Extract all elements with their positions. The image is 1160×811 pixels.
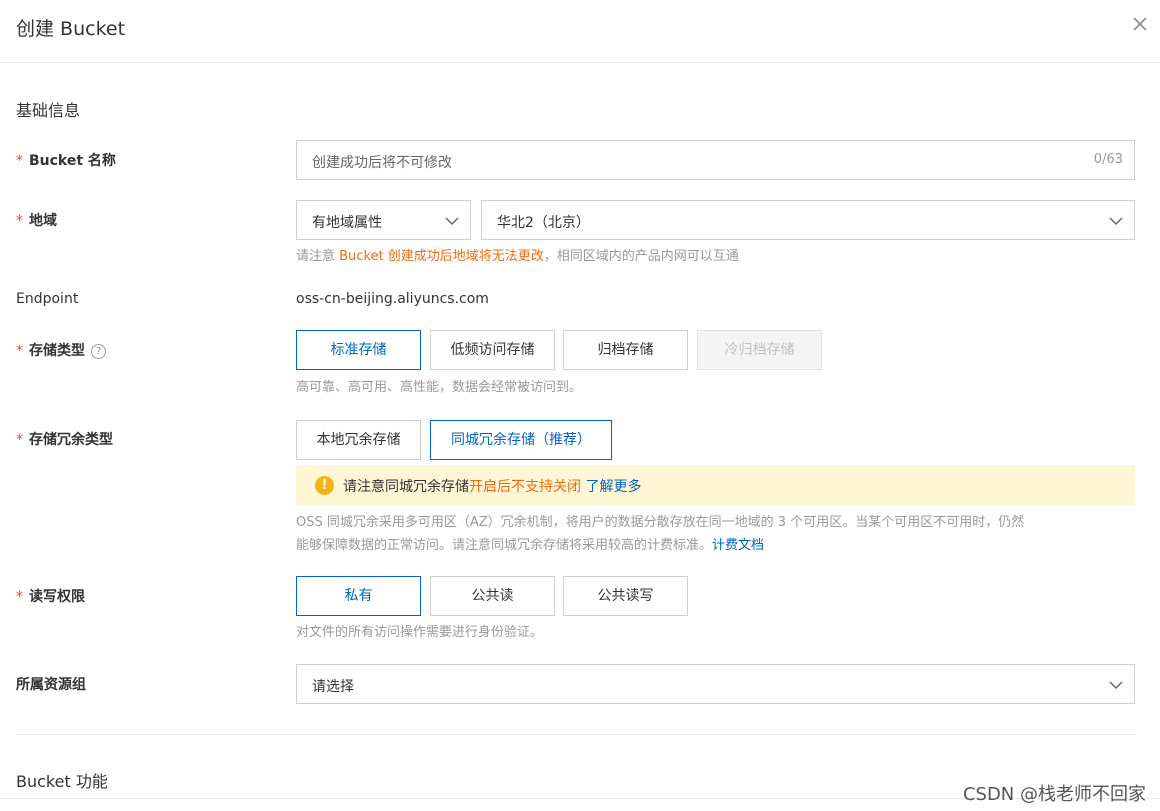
redundancy-hint: OSS 同城冗余采用多可用区（AZ）冗余机制，将用户的数据分散存放在同一地域的 …: [296, 515, 1025, 553]
learn-more-link[interactable]: 了解更多: [585, 479, 641, 495]
endpoint-label: Endpoint: [16, 291, 79, 307]
redundancy-label: * 存储冗余类型: [16, 432, 113, 448]
region-value: 华北2（北京）: [497, 215, 590, 231]
resource-group-select[interactable]: 请选择: [296, 664, 1135, 704]
chevron-down-icon: [1109, 681, 1123, 690]
dialog-title: 创建 Bucket: [16, 18, 126, 40]
region-select[interactable]: 华北2（北京）: [481, 200, 1135, 240]
storage-class-label: * 存储类型?: [16, 340, 106, 360]
acl-label: * 读写权限: [16, 589, 85, 605]
acl-public-read-write[interactable]: 公共读写: [563, 576, 688, 616]
storage-class-hint: 高可靠、高可用、高性能，数据会经常被访问到。: [296, 380, 583, 395]
acl-private[interactable]: 私有: [296, 576, 421, 616]
region-label: * 地域: [16, 213, 57, 229]
close-icon[interactable]: [1126, 10, 1154, 38]
region-hint: 请注意 Bucket 创建成功后地域将无法更改，相同区域内的产品内网可以互通: [296, 249, 739, 264]
storage-class-cold-archive: 冷归档存储: [697, 330, 822, 370]
storage-class-archive[interactable]: 归档存储: [563, 330, 688, 370]
section-title-basic: 基础信息: [16, 101, 81, 120]
bucket-name-placeholder: 创建成功后将不可修改: [312, 155, 452, 171]
chevron-down-icon: [1109, 217, 1123, 226]
redundancy-zrs[interactable]: 同城冗余存储（推荐）: [430, 420, 612, 460]
dialog-header: 创建 Bucket: [0, 0, 1160, 63]
watermark: CSDN @栈老师不回家: [962, 784, 1146, 805]
redundancy-lrs[interactable]: 本地冗余存储: [296, 420, 421, 460]
section-divider: [16, 734, 1135, 735]
acl-hint: 对文件的所有访问操作需要进行身份验证。: [296, 625, 544, 640]
exclamation-circle-icon: !: [315, 476, 334, 495]
storage-class-ia[interactable]: 低频访问存储: [430, 330, 555, 370]
acl-public-read[interactable]: 公共读: [430, 576, 555, 616]
billing-doc-link[interactable]: 计费文档: [712, 538, 764, 553]
resource-group-label: 所属资源组: [16, 677, 86, 693]
bucket-name-label: * Bucket 名称: [16, 153, 116, 169]
region-attr-value: 有地域属性: [312, 215, 382, 231]
question-circle-icon[interactable]: ?: [91, 344, 106, 359]
redundancy-alert: ! 请注意同城冗余存储开启后不支持关闭 了解更多: [296, 465, 1135, 506]
resource-group-placeholder: 请选择: [312, 679, 354, 695]
endpoint-value: oss-cn-beijing.aliyuncs.com: [296, 291, 489, 307]
bucket-name-input[interactable]: 创建成功后将不可修改 0/63: [296, 140, 1135, 180]
bucket-name-counter: 0/63: [1093, 152, 1123, 167]
storage-class-standard[interactable]: 标准存储: [296, 330, 421, 370]
chevron-down-icon: [445, 217, 459, 226]
section-title-features: Bucket 功能: [16, 772, 108, 791]
region-attr-select[interactable]: 有地域属性: [296, 200, 471, 240]
